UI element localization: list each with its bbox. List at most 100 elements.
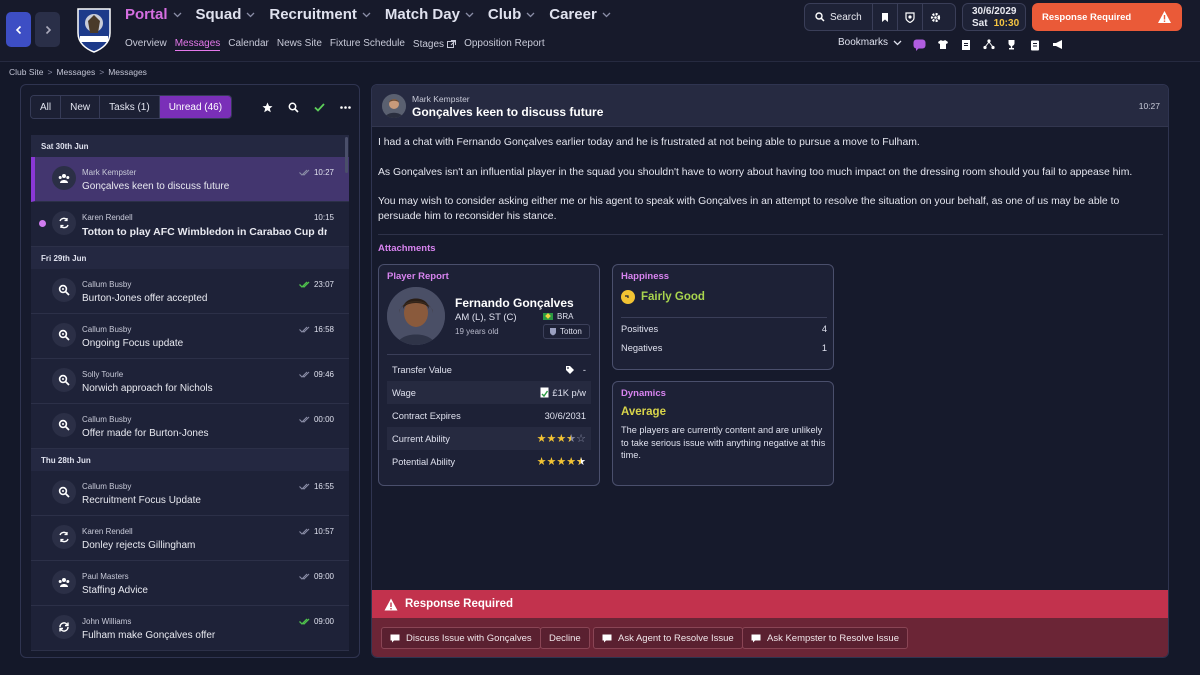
game-date[interactable]: 30/6/2029 Sat 10:30 [962, 3, 1026, 31]
search-button[interactable]: Search [805, 4, 873, 30]
message-item[interactable]: Callum Busby Burton-Jones offer accepted 2… [31, 269, 349, 314]
message-item[interactable]: John Williams Fulham make Gonçalves offer… [31, 606, 349, 651]
nav-career[interactable]: Career [549, 6, 611, 23]
message-subject: Norwich approach for Nichols [82, 383, 213, 394]
ask-agent-button[interactable]: Ask Agent to Resolve Issue [593, 627, 743, 649]
nav-portal[interactable]: Portal [125, 6, 182, 23]
player-nationality: BRA [543, 312, 573, 321]
bookmark-button[interactable] [873, 4, 898, 30]
message-subject: Gonçalves keen to discuss future [412, 105, 604, 119]
chevron-down-icon [362, 12, 371, 17]
price-tag-icon [565, 365, 574, 374]
happiness-status: Fairly Good [621, 290, 705, 304]
nav-squad[interactable]: Squad [196, 6, 256, 23]
bookmark-tactics[interactable] [981, 37, 996, 52]
wage-row: Wage £1K p/w [387, 381, 591, 404]
response-required-button[interactable]: Response Required [1032, 3, 1182, 31]
discuss-issue-button[interactable]: Discuss Issue with Gonçalves [381, 627, 541, 649]
back-button[interactable] [6, 12, 31, 47]
more-options-button[interactable] [339, 101, 352, 114]
sender-name[interactable]: Mark Kempster [412, 94, 470, 104]
nav-club[interactable]: Club [488, 6, 535, 23]
starred-button[interactable] [261, 101, 274, 114]
dynamics-card[interactable]: Dynamics Average The players are current… [612, 381, 834, 486]
hierarchy-icon [982, 39, 995, 50]
chevron-down-icon [893, 40, 902, 45]
filter-new[interactable]: New [61, 96, 101, 118]
subnav-overview[interactable]: Overview [125, 38, 167, 51]
player-photo[interactable] [387, 287, 445, 345]
subnav-stages[interactable]: Stages [413, 38, 457, 51]
settings-button[interactable] [923, 4, 948, 30]
nav-match-day[interactable]: Match Day [385, 6, 474, 23]
breadcrumb-messages[interactable]: Messages [56, 67, 95, 77]
forward-button[interactable] [35, 12, 60, 47]
card-title: Happiness [621, 271, 670, 282]
bookmark-announce[interactable] [1050, 37, 1065, 52]
message-item[interactable]: Callum Busby Ongoing Focus update 16:58 [31, 314, 349, 359]
search-messages-button[interactable] [287, 101, 300, 114]
chevron-down-icon [465, 12, 474, 17]
message-item[interactable]: Callum Busby Offer made for Burton-Jones 0… [31, 404, 349, 449]
message-item[interactable]: Karen Rendell Donley rejects Gillingham 10… [31, 516, 349, 561]
message-list: Sat 30th Jun Mark Kempster Gonçalves keen … [31, 135, 349, 657]
sender-avatar[interactable] [382, 94, 406, 118]
replied-check-icon [299, 281, 310, 288]
chevron-down-icon [526, 12, 535, 17]
message-paragraph: As Gonçalves isn't an influential player… [378, 166, 1133, 178]
message-item[interactable]: Karen Rendell Totton to play AFC Wimbledo… [31, 202, 349, 247]
message-time: 10:57 [299, 527, 334, 536]
divider [621, 317, 827, 318]
refresh-icon [52, 615, 76, 639]
subnav-news-site[interactable]: News Site [277, 38, 322, 51]
card-title: Dynamics [621, 388, 666, 399]
bookmark-chat[interactable] [912, 37, 927, 52]
message-subject: Totton to play AFC Wimbledon in Carabao … [82, 226, 327, 238]
chat-icon [913, 39, 926, 51]
message-item[interactable]: Paul Masters Staffing Advice 09:00 [31, 561, 349, 606]
club-crest[interactable] [74, 5, 114, 53]
bookmark-contract[interactable] [958, 37, 973, 52]
scout-icon [52, 413, 76, 437]
bookmarks-menu[interactable]: Bookmarks [838, 37, 902, 48]
filter-unread[interactable]: Unread (46) [159, 96, 232, 118]
breadcrumb-club-site[interactable]: Club Site [9, 67, 44, 77]
ask-kempster-button[interactable]: Ask Kempster to Resolve Issue [742, 627, 908, 649]
subnav-opposition-report[interactable]: Opposition Report [464, 38, 545, 51]
mark-read-button[interactable] [313, 101, 326, 114]
nav-recruitment[interactable]: Recruitment [269, 6, 371, 23]
club-info-button[interactable] [898, 4, 923, 30]
filter-tasks[interactable]: Tasks (1) [100, 96, 160, 118]
decline-button[interactable]: Decline [540, 627, 590, 649]
bookmark-trophy[interactable] [1004, 37, 1019, 52]
read-check-icon [299, 371, 310, 378]
date-group-header: Fri 29th Jun [31, 247, 349, 269]
player-name[interactable]: Fernando Gonçalves [455, 296, 574, 310]
message-paragraph: You may wish to consider asking either m… [378, 196, 1120, 222]
subnav-fixture-schedule[interactable]: Fixture Schedule [330, 38, 405, 51]
filter-all[interactable]: All [31, 96, 62, 118]
message-subject: Gonçalves keen to discuss future [82, 181, 230, 192]
chevron-right-icon [45, 25, 51, 34]
subnav-messages[interactable]: Messages [174, 38, 221, 51]
main-nav: Portal Squad Recruitment Match Day Club … [125, 6, 625, 23]
subnav-calendar[interactable]: Calendar [228, 38, 269, 51]
group-icon [52, 570, 76, 594]
message-list-scrollbar[interactable] [345, 137, 348, 173]
message-item[interactable]: Solly Tourle Norwich approach for Nichols… [31, 359, 349, 404]
player-report-card[interactable]: Player Report Fernando Gonçalves AM (L),… [378, 264, 600, 486]
message-subject: Ongoing Focus update [82, 338, 184, 349]
message-time: 09:00 [299, 572, 334, 581]
bookmark-kit[interactable] [935, 37, 950, 52]
breadcrumb-sep: > [47, 67, 53, 77]
message-sender: Callum Busby [82, 325, 132, 334]
message-item[interactable]: Callum Busby Recruitment Focus Update 16:5… [31, 471, 349, 516]
date-group-header: Thu 28th Jun [31, 449, 349, 471]
bookmark-finances[interactable] [1027, 37, 1042, 52]
transfer-value-row: Transfer Value - [392, 364, 586, 375]
happiness-card[interactable]: Happiness Fairly Good Positives 4 Negativ… [612, 264, 834, 370]
history-nav [6, 12, 60, 47]
read-check-icon [299, 326, 310, 333]
player-club[interactable]: Totton [543, 324, 590, 339]
message-item[interactable]: Mark Kempster Gonçalves keen to discuss f… [31, 157, 349, 202]
